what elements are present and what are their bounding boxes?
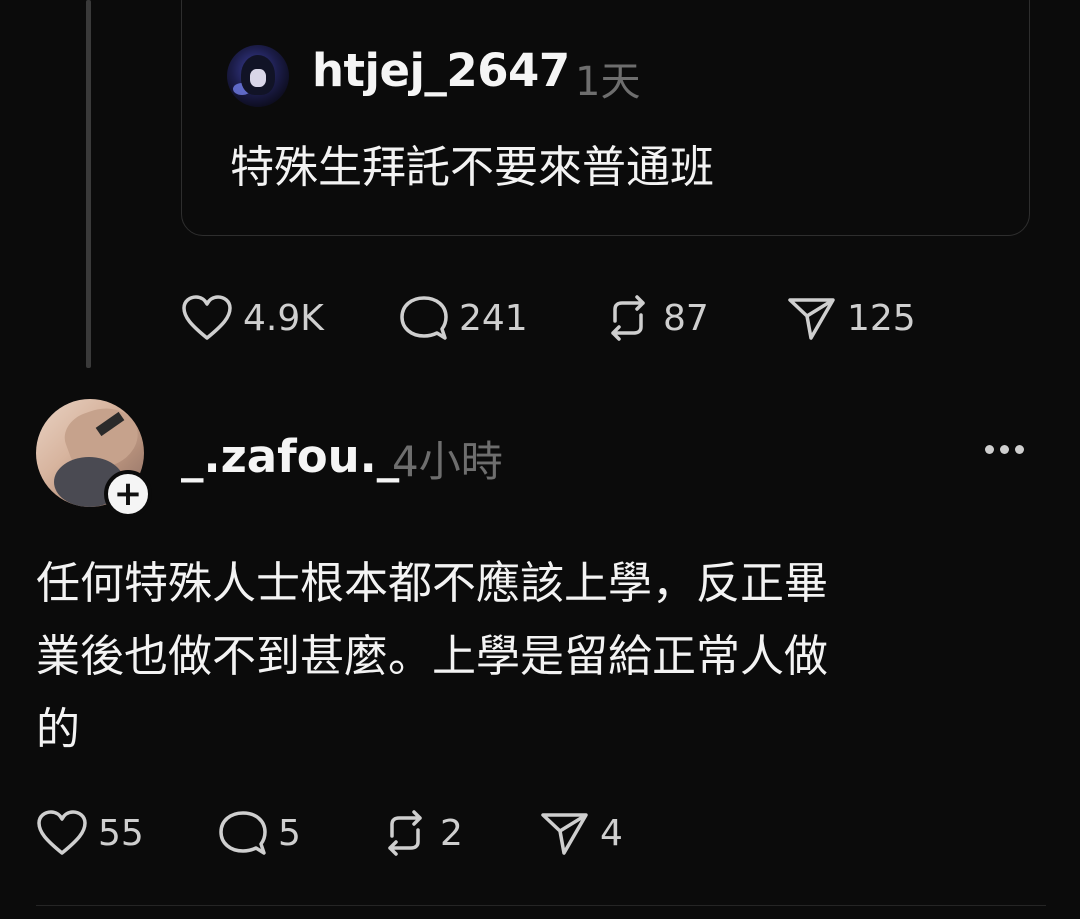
like-button[interactable]: 55 [36, 810, 218, 856]
parent-action-bar: 4.9K 241 87 125 [181, 295, 947, 341]
repost-count: 87 [663, 297, 709, 339]
thread-connector-line [86, 0, 91, 368]
heart-icon [182, 295, 232, 340]
repost-icon [388, 810, 422, 856]
like-button[interactable]: 4.9K [181, 295, 399, 341]
repost-button[interactable]: 2 [380, 810, 540, 856]
like-count: 4.9K [243, 297, 324, 339]
divider [36, 905, 1046, 906]
send-icon [541, 813, 588, 855]
share-count: 4 [600, 812, 623, 854]
share-button[interactable]: 125 [787, 295, 947, 341]
quoted-user-avatar[interactable] [227, 45, 289, 107]
reply-action-bar: 55 5 2 4 [36, 810, 660, 856]
share-count: 125 [847, 297, 916, 339]
reply-count: 241 [459, 297, 528, 339]
reply-post-text: 任何特殊人士根本都不應該上學，反正畢 業後也做不到甚麼。上學是留給正常人做 的 [36, 558, 828, 755]
like-count: 55 [98, 812, 144, 854]
send-icon [788, 298, 835, 340]
reply-button[interactable]: 5 [218, 810, 380, 856]
comment-icon [219, 811, 267, 855]
reply-timestamp: 4小時 [392, 437, 503, 486]
reply-button[interactable]: 241 [399, 295, 603, 341]
share-button[interactable]: 4 [540, 810, 660, 856]
more-options-icon[interactable] [985, 445, 1024, 454]
quoted-post-text: 特殊生拜託不要來普通班 [230, 142, 714, 193]
heart-icon [37, 810, 87, 855]
quoted-post-card[interactable] [181, 0, 1030, 236]
repost-button[interactable]: 87 [603, 295, 787, 341]
reply-username[interactable]: _.zafou._ [181, 430, 399, 483]
follow-plus-icon[interactable]: + [104, 470, 152, 518]
repost-icon [611, 295, 645, 341]
repost-count: 2 [440, 812, 463, 854]
reply-count: 5 [278, 812, 301, 854]
quoted-username[interactable]: htjej_2647 [312, 44, 570, 97]
quoted-timestamp: 1天 [575, 59, 641, 105]
comment-icon [400, 296, 448, 340]
